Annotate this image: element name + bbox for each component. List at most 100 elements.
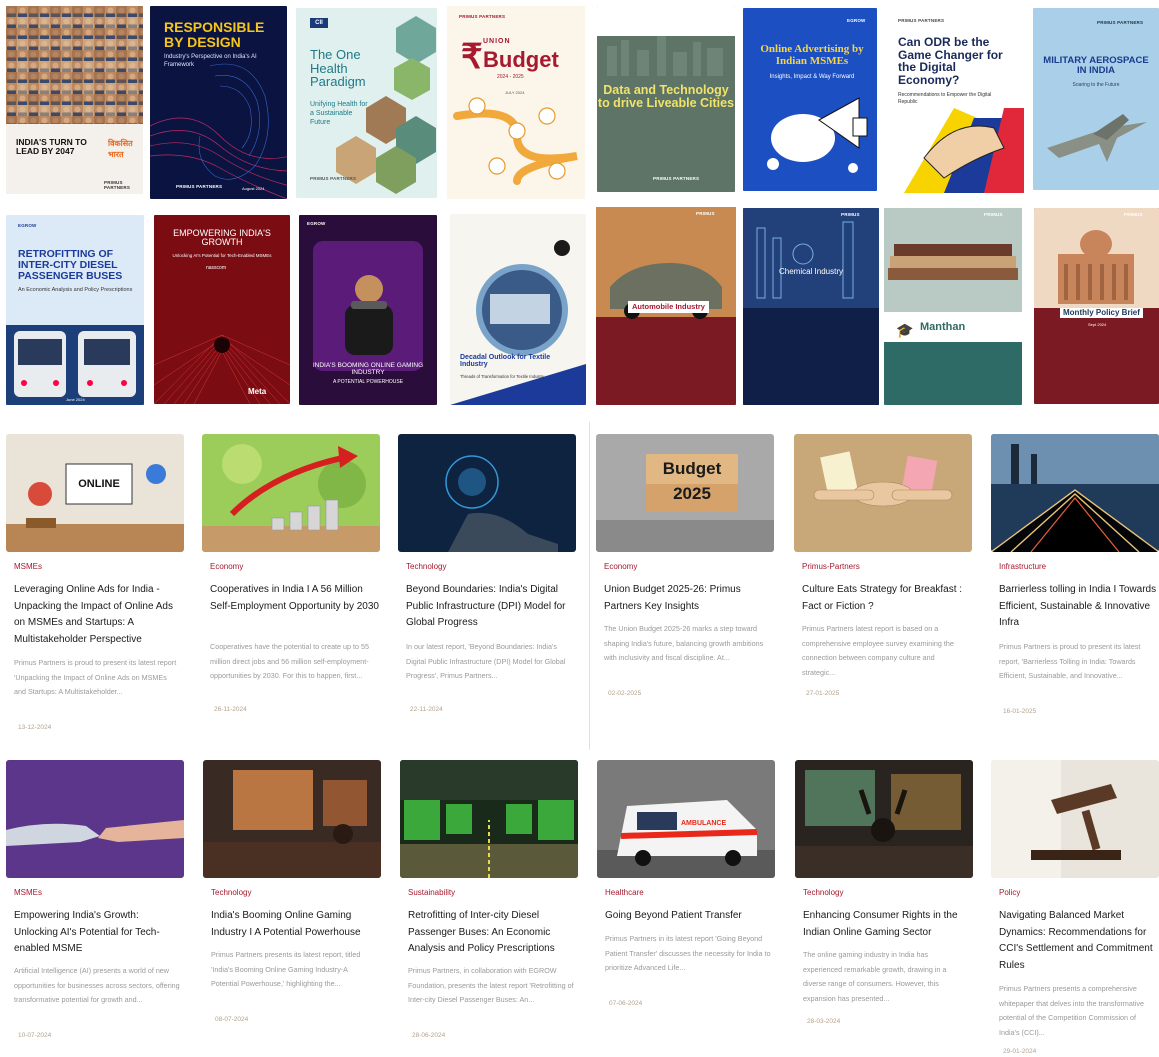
article-thumbnail[interactable]	[991, 434, 1159, 552]
thumbnail-label: ONLINE	[78, 478, 120, 490]
article-date: 29-01-2024	[1003, 1048, 1037, 1055]
report-cover-one-health[interactable]: CII The One Health Paradigm Unifying Hea…	[296, 8, 437, 198]
report-cover-chemical[interactable]: PRIMUS Chemical Industry	[743, 208, 879, 405]
article-title[interactable]: Union Budget 2025-26: Primus Partners Ke…	[604, 582, 774, 615]
cii-logo: CII	[310, 18, 328, 28]
cover-subtitle: Industry's Perspective on India's AI Fra…	[164, 54, 257, 68]
article-card-dpi[interactable]: Technology Beyond Boundaries: India's Di…	[398, 434, 576, 713]
report-cover-monthly-policy-brief[interactable]: PRIMUS Monthly Policy Brief Sept 2024	[1034, 208, 1159, 404]
article-card-consumer-rights-gaming[interactable]: Technology Enhancing Consumer Rights in …	[795, 760, 973, 1025]
article-title[interactable]: Enhancing Consumer Rights in the Indian …	[803, 908, 973, 941]
article-thumbnail[interactable]	[6, 760, 184, 878]
article-title[interactable]: Empowering India's Growth: Unlocking AI'…	[14, 908, 184, 958]
meta-logo: Meta	[248, 387, 267, 396]
cover-brand: PRIMUS PARTNERS	[1097, 20, 1144, 25]
cover-brand: EGROW	[847, 18, 866, 23]
cover-subtitle: Threads of Transformation for Textile In…	[460, 374, 545, 379]
column-divider	[589, 422, 590, 750]
cover-title: Automobile Industry	[628, 301, 709, 313]
report-cover-responsible-by-design[interactable]: RESPONSIBLE BY DESIGN Industry's Perspec…	[150, 6, 287, 199]
article-date: 07-06-2024	[609, 1000, 643, 1007]
report-cover-union-budget-2024[interactable]: PRIMUS PARTNERS ₹ UNION Budget 2024 - 20…	[447, 6, 585, 199]
article-title[interactable]: Barrierless tolling in India I Towards E…	[999, 582, 1159, 632]
cover-date: August 2024	[242, 186, 265, 191]
article-thumbnail[interactable]	[202, 434, 380, 552]
article-card-cooperatives[interactable]: Economy Cooperatives in India I A 56 Mil…	[202, 434, 380, 713]
article-category[interactable]: MSMEs	[14, 562, 42, 571]
article-category[interactable]: Sustainability	[408, 888, 455, 897]
article-thumbnail[interactable]: AMBULANCE	[597, 760, 775, 878]
article-card-cci-rules[interactable]: Policy Navigating Balanced Market Dynami…	[991, 760, 1159, 1055]
article-title[interactable]: Beyond Boundaries: India's Digital Publi…	[406, 582, 576, 632]
cover-title: Data and Technology to drive Liveable Ci…	[597, 83, 735, 111]
article-category[interactable]: Primus-Partners	[802, 562, 860, 571]
article-excerpt: The online gaming industry in India has …	[803, 950, 947, 1003]
article-card-ai-msme[interactable]: MSMEs Empowering India's Growth: Unlocki…	[6, 760, 184, 1039]
article-title[interactable]: Cooperatives in India I A 56 Million Sel…	[210, 582, 380, 615]
report-cover-military-aerospace[interactable]: PRIMUS PARTNERS MILITARY AEROSPACE IN IN…	[1033, 8, 1159, 190]
article-date: 13-12-2024	[18, 724, 52, 731]
report-cover-empowering-growth[interactable]: EMPOWERING INDIA'S GROWTH Unlocking AI's…	[154, 215, 290, 404]
article-category[interactable]: Economy	[604, 562, 637, 571]
parliament-building-image	[1034, 208, 1159, 308]
cover-subtitle: A POTENTIAL POWERHOUSE	[332, 379, 404, 385]
article-card-patient-transfer[interactable]: AMBULANCE Healthcare Going Beyond Patien…	[597, 760, 775, 1007]
article-thumbnail[interactable]	[400, 760, 578, 878]
article-card-online-ads[interactable]: ONLINE MSMEs Leveraging Online Ads for I…	[6, 434, 184, 731]
article-card-union-budget-2025[interactable]: Budget 2025 Economy Union Budget 2025-26…	[596, 434, 774, 697]
article-title[interactable]: Going Beyond Patient Transfer	[605, 908, 775, 925]
article-category[interactable]: Technology	[406, 562, 446, 571]
report-cover-textile[interactable]: Decadal Outlook for Textile Industry Thr…	[450, 214, 586, 405]
article-title[interactable]: Retrofitting of Inter-city Diesel Passen…	[408, 908, 578, 958]
report-cover-retrofitting-buses[interactable]: EGROW RETROFITTING OF INTER-CITY DIESEL …	[6, 215, 144, 405]
report-cover-liveable-cities[interactable]: Data and Technology to drive Liveable Ci…	[597, 6, 735, 192]
cover-title: Online Advertising by Indian MSMEs	[760, 43, 864, 67]
article-thumbnail[interactable]: ONLINE	[6, 434, 184, 552]
cover-brand: PRIMUS	[984, 212, 1003, 217]
article-excerpt: Cooperatives have the potential to creat…	[210, 642, 370, 680]
article-thumbnail[interactable]	[795, 760, 973, 878]
article-thumbnail[interactable]	[794, 434, 972, 552]
report-cover-manthan[interactable]: PRIMUS 🎓 Manthan	[884, 208, 1022, 405]
article-card-online-gaming[interactable]: Technology India's Booming Online Gaming…	[203, 760, 381, 1023]
article-title[interactable]: Culture Eats Strategy for Breakfast : Fa…	[802, 582, 972, 615]
article-category[interactable]: Economy	[210, 562, 243, 571]
fighter-jet-image	[1047, 114, 1147, 162]
report-cover-odr[interactable]: PRIMUS PARTNERS Can ODR be the Game Chan…	[884, 8, 1024, 193]
cover-title: RESPONSIBLE BY DESIGN	[164, 19, 265, 50]
cover-brand: PRIMUS PARTNERS	[310, 176, 357, 181]
article-card-culture-strategy[interactable]: Primus-Partners Culture Eats Strategy fo…	[794, 434, 972, 697]
report-cover-automobile[interactable]: PRIMUS Automobile Industry	[596, 207, 736, 405]
article-title[interactable]: Navigating Balanced Market Dynamics: Rec…	[999, 908, 1159, 974]
article-category[interactable]: Technology	[803, 888, 843, 897]
cover-subtitle: An Economic Analysis and Policy Prescrip…	[18, 287, 133, 293]
article-category[interactable]: Infrastructure	[999, 562, 1046, 571]
article-thumbnail[interactable]: Budget 2025	[596, 434, 774, 552]
article-title[interactable]: India's Booming Online Gaming Industry I…	[211, 908, 381, 941]
article-title[interactable]: Leveraging Online Ads for India - Unpack…	[14, 582, 184, 648]
thumbnail-label: Budget 2025	[662, 459, 722, 503]
cover-subtitle: Unlocking AI's Potential for Tech-Enable…	[172, 253, 272, 258]
article-category[interactable]: Technology	[211, 888, 251, 897]
cover-brand: PRIMUS PARTNERS	[176, 184, 223, 189]
article-category[interactable]: Policy	[999, 888, 1020, 897]
article-category[interactable]: MSMEs	[14, 888, 42, 897]
budget-infographic-image	[453, 97, 578, 185]
report-cover-online-gaming[interactable]: EGROW INDIA'S BOOMING ONLINE GAMING INDU…	[299, 215, 437, 405]
article-thumbnail[interactable]	[398, 434, 576, 552]
article-thumbnail[interactable]	[991, 760, 1159, 878]
cover-title: MILITARY AEROSPACE IN INDIA	[1043, 55, 1149, 76]
cover-date: Sept 2024	[1088, 322, 1107, 327]
article-category[interactable]: Healthcare	[605, 888, 644, 897]
article-excerpt: In our latest report, 'Beyond Boundaries…	[406, 642, 566, 680]
megaphone-illustration	[767, 97, 868, 173]
cover-brand: PRIMUS PARTNERS	[898, 18, 945, 23]
article-card-retrofitting[interactable]: Sustainability Retrofitting of Inter-cit…	[400, 760, 578, 1039]
article-thumbnail[interactable]	[203, 760, 381, 878]
report-cover-online-advertising[interactable]: EGROW Online Advertising by Indian MSMEs…	[743, 8, 877, 191]
report-cover-india-2047[interactable]: INDIA'S TURN TO LEAD BY 2047 विकसित भारत…	[6, 6, 143, 194]
article-card-barrierless-tolling[interactable]: Infrastructure Barrierless tolling in In…	[991, 434, 1159, 715]
article-excerpt: Primus Partners in its latest report 'Go…	[605, 934, 771, 972]
cover-title: Manthan	[920, 321, 966, 333]
cover-title: Chemical Industry	[778, 267, 844, 276]
